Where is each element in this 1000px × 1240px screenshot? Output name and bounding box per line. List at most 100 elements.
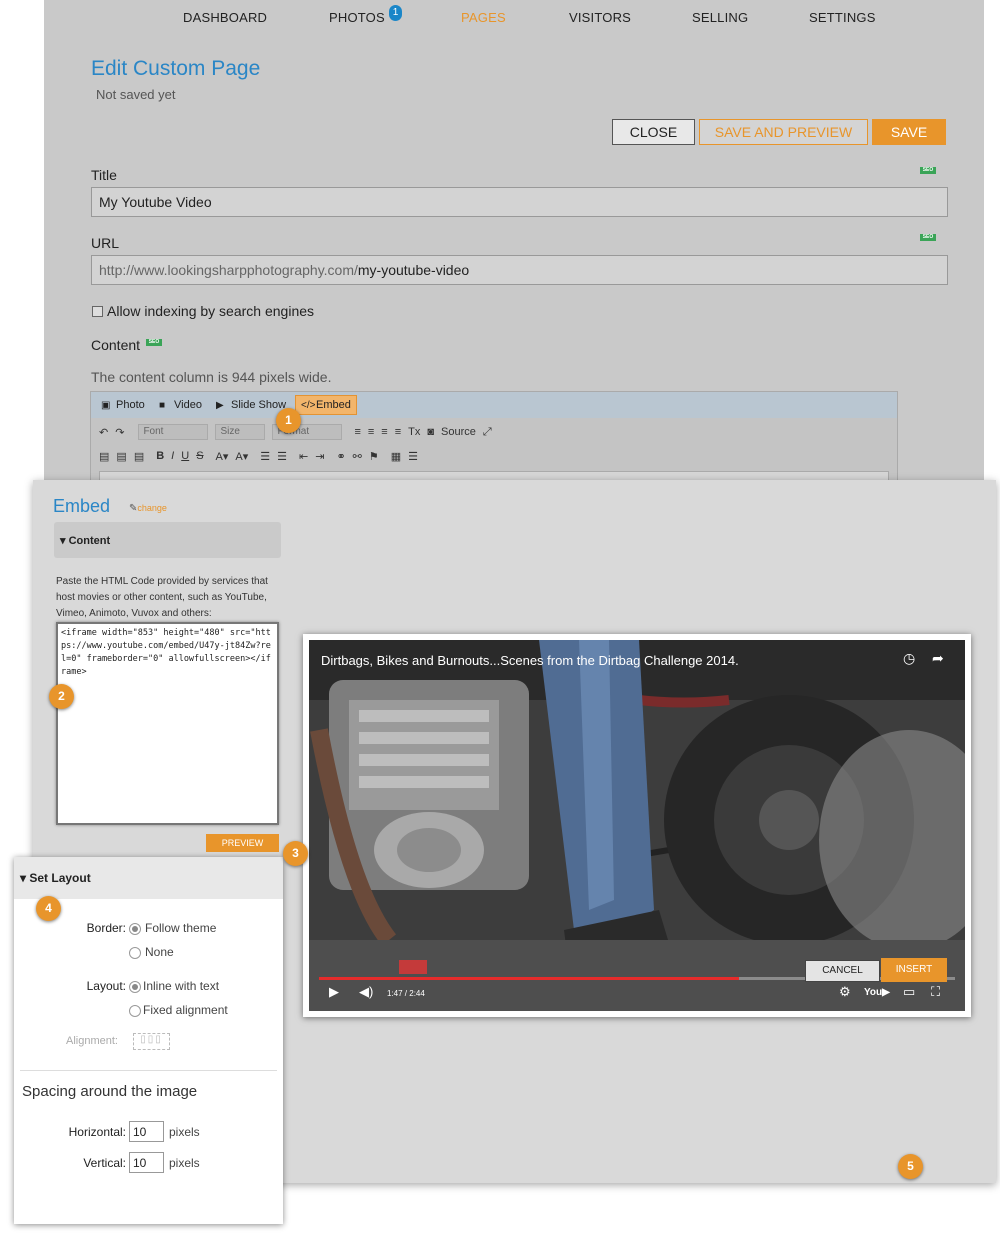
volume-icon[interactable]: ◀) [359, 984, 373, 1000]
cancel-button[interactable]: CANCEL [805, 960, 880, 982]
video-time: 1:47 / 2:44 [387, 989, 425, 998]
seo-badge: SEO [920, 234, 936, 241]
vertical-spacing-input[interactable]: 10 [129, 1152, 164, 1173]
step-marker-1: 1 [276, 408, 301, 433]
insert-photo-label: Photo [116, 399, 145, 411]
clear-format-icon[interactable]: Tx [408, 426, 420, 438]
cast-icon[interactable]: ▭ [903, 984, 915, 1000]
align-center-icon[interactable]: ≡ [368, 426, 374, 438]
bullet-list-icon[interactable]: ☰ [277, 450, 287, 463]
table-icon[interactable]: ▦ [391, 450, 401, 463]
paste-word-icon[interactable]: ▤ [134, 450, 144, 463]
layout-inline-radio[interactable] [129, 981, 141, 993]
horizontal-spacing-input[interactable]: 10 [129, 1121, 164, 1142]
set-layout-header[interactable]: ▾ Set Layout [14, 857, 283, 899]
indent-icon[interactable]: ⇥ [315, 450, 324, 463]
horizontal-label: Horizontal: [68, 1125, 126, 1139]
app-page: DASHBOARD PHOTOS 1 PAGES VISITORS SELLIN… [44, 0, 984, 481]
paste-text-icon[interactable]: ▤ [116, 450, 126, 463]
save-button[interactable]: SAVE [872, 119, 946, 145]
photo-icon: ▣ [101, 400, 111, 411]
spacing-title: Spacing around the image [22, 1083, 198, 1100]
insert-embed-button[interactable]: </>Embed [295, 395, 357, 415]
size-select[interactable]: Size [215, 424, 266, 440]
border-label: Border: [86, 921, 126, 935]
layout-fixed-radio[interactable] [129, 1005, 141, 1017]
border-follow-theme-radio[interactable] [129, 923, 141, 935]
content-section-label: Content [68, 535, 111, 547]
border-none-label: None [145, 945, 174, 959]
insert-embed-label: Embed [316, 399, 351, 411]
video-frame-image [309, 640, 965, 1011]
undo-icon[interactable]: ↶ [99, 426, 108, 439]
align-left-icon[interactable]: ≡ [354, 426, 360, 438]
nav-settings[interactable]: SETTINGS [809, 10, 876, 25]
nav-pages[interactable]: PAGES [461, 10, 506, 25]
watch-later-icon[interactable]: ◷ [903, 650, 915, 667]
horizontal-rule-icon[interactable]: ☰ [408, 450, 418, 463]
insert-video-button[interactable]: ■ Video [159, 399, 202, 411]
play-icon[interactable]: ▶ [329, 984, 339, 1000]
video-icon: ■ [159, 400, 166, 411]
title-input[interactable]: My Youtube Video [91, 187, 948, 217]
source-icon[interactable]: ◙ [427, 426, 434, 438]
text-color-icon[interactable]: A▾ [216, 450, 229, 463]
link-icon[interactable]: ⚭ [336, 450, 345, 463]
change-link[interactable]: ✎change [129, 503, 167, 514]
border-none-radio[interactable] [129, 947, 141, 959]
outdent-icon[interactable]: ⇤ [299, 450, 308, 463]
close-button[interactable]: CLOSE [612, 119, 695, 145]
border-follow-theme-label: Follow theme [145, 921, 217, 935]
font-select[interactable]: Font [138, 424, 209, 440]
source-label[interactable]: Source [441, 426, 476, 438]
share-icon[interactable]: ➦ [932, 650, 944, 667]
url-label: URL [91, 235, 120, 251]
title-label: Title [91, 167, 117, 183]
insert-slideshow-label: Slide Show [231, 399, 287, 411]
indexing-label: Allow indexing by search engines [107, 303, 315, 319]
insert-video-label: Video [174, 399, 202, 411]
numbered-list-icon[interactable]: ☰ [260, 450, 270, 463]
insert-slideshow-button[interactable]: ▶ Slide Show [216, 399, 286, 411]
save-and-preview-button[interactable]: SAVE AND PREVIEW [699, 119, 868, 145]
insert-photo-button[interactable]: ▣ Photo [101, 399, 145, 411]
url-input[interactable]: http://www.lookingsharpphotography.com/m… [91, 255, 948, 285]
background-color-icon[interactable]: A▾ [235, 450, 248, 463]
page-title: Edit Custom Page [91, 57, 261, 80]
alignment-options-icon: ▯▯▯ [133, 1033, 170, 1050]
settings-gear-icon[interactable]: ⚙ [839, 984, 851, 1000]
content-label: Content [91, 337, 141, 353]
insert-button[interactable]: INSERT [881, 958, 947, 982]
align-right-icon[interactable]: ≡ [381, 426, 387, 438]
nav-selling[interactable]: SELLING [692, 10, 748, 25]
preview-button[interactable]: PREVIEW [206, 834, 279, 852]
italic-icon[interactable]: I [171, 450, 174, 462]
url-slug: my-youtube-video [357, 262, 470, 278]
underline-icon[interactable]: U [181, 450, 189, 462]
youtube-player[interactable]: Dirtbags, Bikes and Burnouts...Scenes fr… [309, 640, 965, 1011]
anchor-flag-icon[interactable]: ⚑ [369, 450, 379, 463]
seo-badge: SEO [920, 167, 936, 174]
nav-visitors[interactable]: VISITORS [569, 10, 631, 25]
nav-photos[interactable]: PHOTOS [329, 10, 385, 25]
unlink-icon[interactable]: ⚯ [353, 450, 362, 463]
indexing-checkbox[interactable] [92, 306, 103, 317]
url-prefix: http://www.lookingsharpphotography.com/ [99, 262, 358, 278]
redo-icon[interactable]: ↷ [115, 426, 124, 439]
video-title[interactable]: Dirtbags, Bikes and Burnouts...Scenes fr… [321, 653, 739, 668]
paste-icon[interactable]: ▤ [99, 450, 109, 463]
content-width-hint: The content column is 944 pixels wide. [91, 369, 332, 385]
layout-inline-label: Inline with text [143, 979, 220, 993]
code-icon: </> [301, 400, 316, 411]
justify-icon[interactable]: ≡ [395, 426, 401, 438]
embed-code-textarea[interactable]: <iframe width="853" height="480" src="ht… [56, 622, 279, 825]
seo-badge: SEO [146, 339, 162, 346]
step-marker-3: 3 [283, 841, 308, 866]
fullscreen-icon[interactable]: ⛶ [931, 984, 940, 1000]
strikethrough-icon[interactable]: S [196, 450, 203, 462]
nav-dashboard[interactable]: DASHBOARD [183, 10, 267, 25]
maximize-icon[interactable]: ⤢ [483, 426, 492, 439]
bold-icon[interactable]: B [156, 450, 164, 462]
content-section-header[interactable]: ▾ Content [54, 522, 281, 558]
youtube-logo-icon[interactable]: You▶ [864, 987, 890, 998]
